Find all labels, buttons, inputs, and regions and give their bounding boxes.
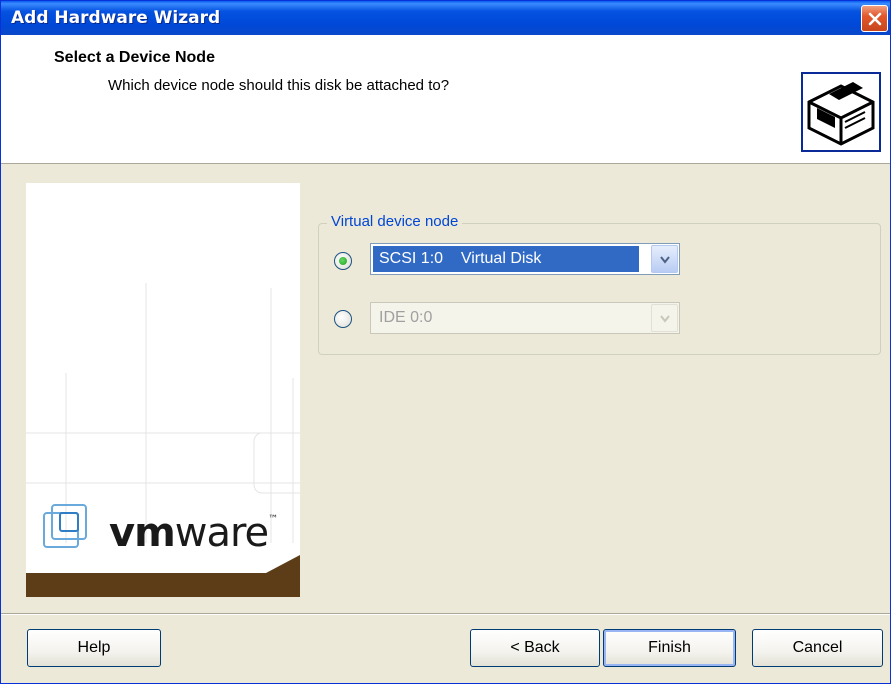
radio-scsi[interactable]	[334, 252, 352, 270]
ide-node-select[interactable]: IDE 0:0	[370, 302, 680, 334]
radio-ide[interactable]	[334, 310, 352, 328]
vmware-wordmark: vmware™	[109, 510, 278, 556]
finish-button[interactable]: Finish	[603, 629, 736, 667]
wizard-window: Add Hardware Wizard Select a Device Node…	[0, 0, 891, 684]
vmware-banner: vmware™	[26, 183, 300, 597]
page-subtitle: Which device node should this disk be at…	[108, 77, 450, 94]
window-title: Add Hardware Wizard	[11, 8, 221, 28]
group-label: Virtual device node	[327, 213, 463, 230]
footer-divider	[1, 613, 890, 615]
dropdown-button[interactable]	[651, 245, 678, 273]
back-button[interactable]: < Back	[470, 629, 600, 667]
chevron-down-icon	[660, 315, 670, 323]
cancel-button[interactable]: Cancel	[752, 629, 883, 667]
vmware-logo-icon	[43, 504, 87, 548]
ide-node-value: IDE 0:0	[379, 309, 433, 326]
scsi-node-select[interactable]: SCSI 1:0 Virtual Disk	[370, 243, 680, 275]
close-button[interactable]	[861, 5, 888, 32]
scsi-node-value: SCSI 1:0 Virtual Disk	[373, 246, 639, 272]
hardware-drive-icon	[801, 72, 881, 152]
help-button[interactable]: Help	[27, 629, 161, 667]
chevron-down-icon	[660, 256, 670, 264]
title-bar[interactable]: Add Hardware Wizard	[1, 1, 890, 35]
close-icon	[868, 12, 882, 26]
dropdown-button-disabled	[651, 304, 678, 332]
page-title: Select a Device Node	[54, 49, 215, 66]
